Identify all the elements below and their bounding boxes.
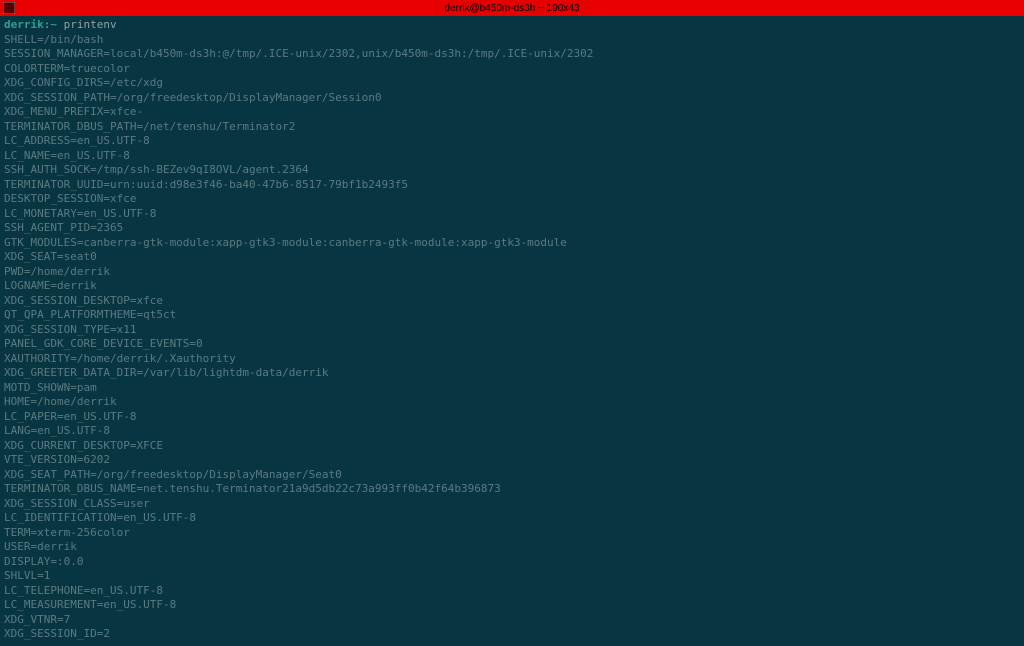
env-var-line: HOME=/home/derrik bbox=[4, 395, 1020, 410]
env-var-line: XDG_CURRENT_DESKTOP=XFCE bbox=[4, 439, 1020, 454]
env-var-line: TERMINATOR_DBUS_PATH=/net/tenshu/Termina… bbox=[4, 120, 1020, 135]
env-var-line: COLORTERM=truecolor bbox=[4, 62, 1020, 77]
env-var-line: XAUTHORITY=/home/derrik/.Xauthority bbox=[4, 352, 1020, 367]
env-var-line: LC_TELEPHONE=en_US.UTF-8 bbox=[4, 584, 1020, 599]
env-var-line: XDG_SEAT_PATH=/org/freedesktop/DisplayMa… bbox=[4, 468, 1020, 483]
env-var-line: XDG_SESSION_ID=2 bbox=[4, 627, 1020, 642]
env-var-line: XDG_GREETER_DATA_DIR=/var/lib/lightdm-da… bbox=[4, 366, 1020, 381]
env-var-line: GTK_MODULES=canberra-gtk-module:xapp-gtk… bbox=[4, 236, 1020, 251]
env-var-line: LC_NAME=en_US.UTF-8 bbox=[4, 149, 1020, 164]
env-var-line: XDG_MENU_PREFIX=xfce- bbox=[4, 105, 1020, 120]
env-var-line: LC_PAPER=en_US.UTF-8 bbox=[4, 410, 1020, 425]
env-var-line: LC_MONETARY=en_US.UTF-8 bbox=[4, 207, 1020, 222]
env-var-line: LOGNAME=derrik bbox=[4, 279, 1020, 294]
env-var-line: XDG_SESSION_CLASS=user bbox=[4, 497, 1020, 512]
env-var-line: LC_IDENTIFICATION=en_US.UTF-8 bbox=[4, 511, 1020, 526]
terminator-icon bbox=[2, 1, 16, 15]
env-var-line: XDG_VTNR=7 bbox=[4, 613, 1020, 628]
env-var-line: XDG_SESSION_PATH=/org/freedesktop/Displa… bbox=[4, 91, 1020, 106]
env-var-line: SHLVL=1 bbox=[4, 569, 1020, 584]
env-var-line: SESSION_MANAGER=local/b450m-ds3h:@/tmp/.… bbox=[4, 47, 1020, 62]
env-var-line: XDG_SESSION_DESKTOP=xfce bbox=[4, 294, 1020, 309]
env-var-line: PWD=/home/derrik bbox=[4, 265, 1020, 280]
env-var-line: XDG_SEAT=seat0 bbox=[4, 250, 1020, 265]
env-var-line: SSH_AUTH_SOCK=/tmp/ssh-BEZev9qI8OVL/agen… bbox=[4, 163, 1020, 178]
env-var-line: VTE_VERSION=6202 bbox=[4, 453, 1020, 468]
terminal-area[interactable]: derrik:~ printenv SHELL=/bin/bashSESSION… bbox=[0, 16, 1024, 646]
env-var-line: USER=derrik bbox=[4, 540, 1020, 555]
env-var-line: SHELL=/bin/bash bbox=[4, 33, 1020, 48]
env-var-line: LC_ADDRESS=en_US.UTF-8 bbox=[4, 134, 1020, 149]
prompt-line: derrik:~ printenv bbox=[4, 18, 1020, 33]
command-text: printenv bbox=[64, 18, 117, 31]
prompt-separator bbox=[57, 18, 64, 31]
env-var-line: LANG=en_US.UTF-8 bbox=[4, 424, 1020, 439]
env-var-line: TERMINATOR_DBUS_NAME=net.tenshu.Terminat… bbox=[4, 482, 1020, 497]
env-var-line: DISPLAY=:0.0 bbox=[4, 555, 1020, 570]
env-var-line: QT_QPA_PLATFORMTHEME=qt5ct bbox=[4, 308, 1020, 323]
window-title: derrik@b450m-ds3h ~ 190x43 bbox=[445, 3, 580, 14]
env-var-line: DESKTOP_SESSION=xfce bbox=[4, 192, 1020, 207]
prompt-userhost: derrik:~ bbox=[4, 18, 57, 31]
window-titlebar: derrik@b450m-ds3h ~ 190x43 bbox=[0, 0, 1024, 16]
env-var-line: MOTD_SHOWN=pam bbox=[4, 381, 1020, 396]
env-var-line: TERMINATOR_UUID=urn:uuid:d98e3f46-ba40-4… bbox=[4, 178, 1020, 193]
env-var-line: XDG_SESSION_TYPE=x11 bbox=[4, 323, 1020, 338]
env-var-line: PANEL_GDK_CORE_DEVICE_EVENTS=0 bbox=[4, 337, 1020, 352]
env-var-line: SSH_AGENT_PID=2365 bbox=[4, 221, 1020, 236]
env-var-line: XDG_CONFIG_DIRS=/etc/xdg bbox=[4, 76, 1020, 91]
command-output: SHELL=/bin/bashSESSION_MANAGER=local/b45… bbox=[4, 33, 1020, 642]
env-var-line: LC_MEASUREMENT=en_US.UTF-8 bbox=[4, 598, 1020, 613]
env-var-line: TERM=xterm-256color bbox=[4, 526, 1020, 541]
